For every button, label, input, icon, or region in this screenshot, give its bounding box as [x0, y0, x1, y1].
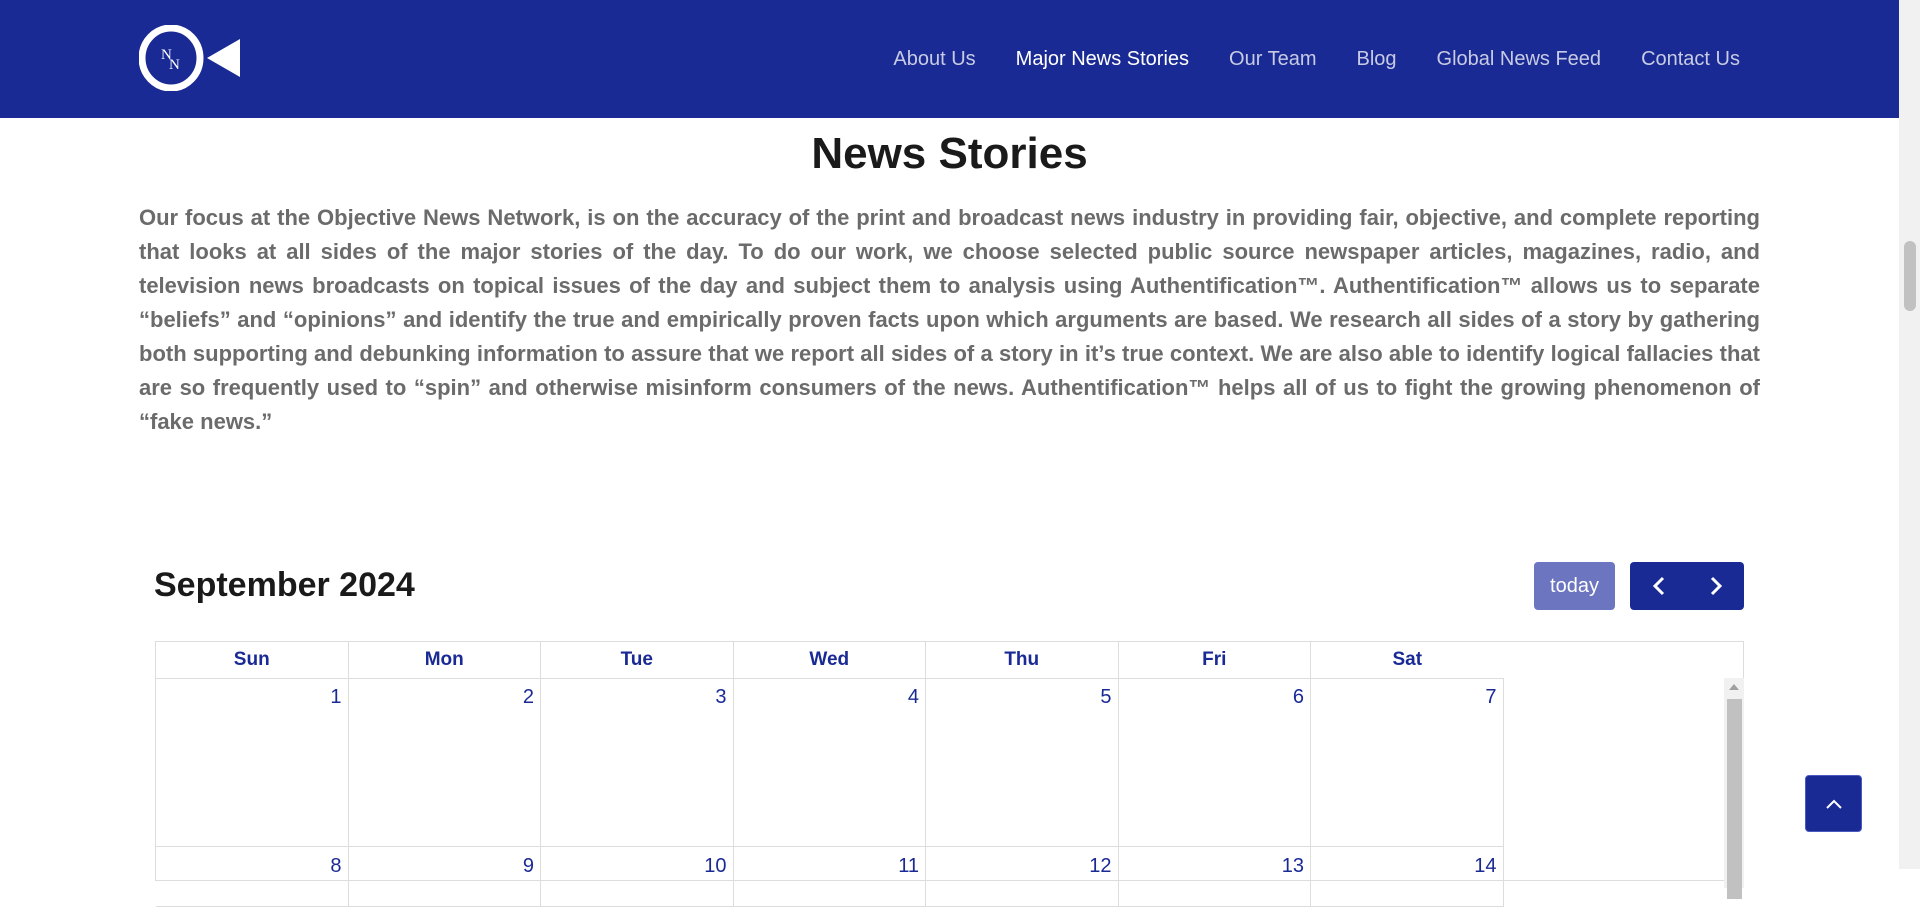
page-title: News Stories	[811, 129, 1088, 178]
calendar-day[interactable]: 12	[926, 847, 1119, 906]
calendar-day[interactable]: 9	[349, 847, 541, 906]
calendar-scrollbar[interactable]	[1724, 678, 1744, 899]
day-number[interactable]: 1	[330, 686, 341, 709]
day-number[interactable]: 6	[1293, 686, 1304, 709]
calendar-day[interactable]: 4	[734, 678, 926, 846]
chevron-right-icon	[1710, 576, 1722, 596]
dow-mon: Mon	[349, 642, 541, 678]
svg-text:N: N	[169, 57, 180, 73]
calendar-day[interactable]: 6	[1119, 678, 1311, 846]
intro-paragraph: Our focus at the Objective News Network,…	[139, 205, 1760, 434]
calendar-day[interactable]: 7	[1311, 678, 1504, 846]
calendar-day[interactable]: 3	[541, 678, 734, 846]
page-scrollbar-thumb[interactable]	[1904, 241, 1916, 311]
day-number[interactable]: 13	[1282, 855, 1304, 878]
day-number[interactable]: 2	[523, 686, 534, 709]
dow-thu: Thu	[926, 642, 1119, 678]
calendar-day[interactable]: 10	[541, 847, 734, 906]
calendar-day[interactable]: 8	[156, 847, 349, 906]
chevron-left-icon	[1652, 576, 1664, 596]
calendar-day[interactable]: 1	[156, 678, 349, 846]
calendar-day[interactable]: 2	[349, 678, 541, 846]
calendar-grid: Sun Mon Tue Wed Thu Fri Sat 1 2 3 4 5 6 …	[155, 641, 1744, 907]
day-number[interactable]: 12	[1089, 855, 1111, 878]
calendar-scrollbar-thumb[interactable]	[1727, 699, 1742, 899]
calendar-title: September 2024	[154, 566, 415, 604]
day-of-week-header: Sun Mon Tue Wed Thu Fri Sat	[156, 642, 1504, 679]
site-header: N N About Us Major News Stories Our Team…	[0, 0, 1899, 118]
day-number[interactable]: 5	[1100, 686, 1111, 709]
page-scrollbar[interactable]	[1899, 0, 1920, 869]
day-number[interactable]: 4	[908, 686, 919, 709]
chevron-up-icon	[1825, 799, 1842, 809]
nav-about-us[interactable]: About Us	[893, 46, 975, 72]
day-number[interactable]: 3	[715, 686, 726, 709]
dow-tue: Tue	[541, 642, 734, 678]
calendar-week: 1 2 3 4 5 6 7	[156, 678, 1504, 847]
prev-month-button[interactable]	[1630, 562, 1687, 610]
calendar-nav-group	[1630, 562, 1744, 610]
dow-sun: Sun	[156, 642, 349, 678]
day-number[interactable]: 10	[704, 855, 726, 878]
day-number[interactable]: 9	[523, 855, 534, 878]
calendar-day[interactable]: 5	[926, 678, 1119, 846]
today-button[interactable]: today	[1534, 562, 1615, 610]
day-number[interactable]: 8	[330, 855, 341, 878]
nav-major-news-stories[interactable]: Major News Stories	[1016, 46, 1189, 72]
calendar-day[interactable]: 11	[734, 847, 926, 906]
dow-fri: Fri	[1119, 642, 1311, 678]
calendar-day[interactable]: 13	[1119, 847, 1311, 906]
nav-our-team[interactable]: Our Team	[1229, 46, 1316, 72]
site-logo[interactable]: N N	[139, 25, 241, 91]
calendar-day[interactable]: 14	[1311, 847, 1504, 906]
nav-global-news-feed[interactable]: Global News Feed	[1437, 46, 1602, 72]
nav-contact-us[interactable]: Contact Us	[1641, 46, 1740, 72]
nav-blog[interactable]: Blog	[1357, 46, 1397, 72]
main-nav: About Us Major News Stories Our Team Blo…	[893, 46, 1740, 72]
day-number[interactable]: 11	[898, 855, 919, 878]
back-to-top-button[interactable]	[1805, 775, 1862, 832]
calendar-week: 8 9 10 11 12 13 14	[156, 847, 1504, 907]
dow-wed: Wed	[734, 642, 926, 678]
day-number[interactable]: 7	[1485, 686, 1496, 709]
next-month-button[interactable]	[1687, 562, 1744, 610]
scroll-up-arrow-icon[interactable]	[1729, 684, 1739, 690]
day-number[interactable]: 14	[1474, 855, 1496, 878]
dow-sat: Sat	[1392, 649, 1423, 670]
